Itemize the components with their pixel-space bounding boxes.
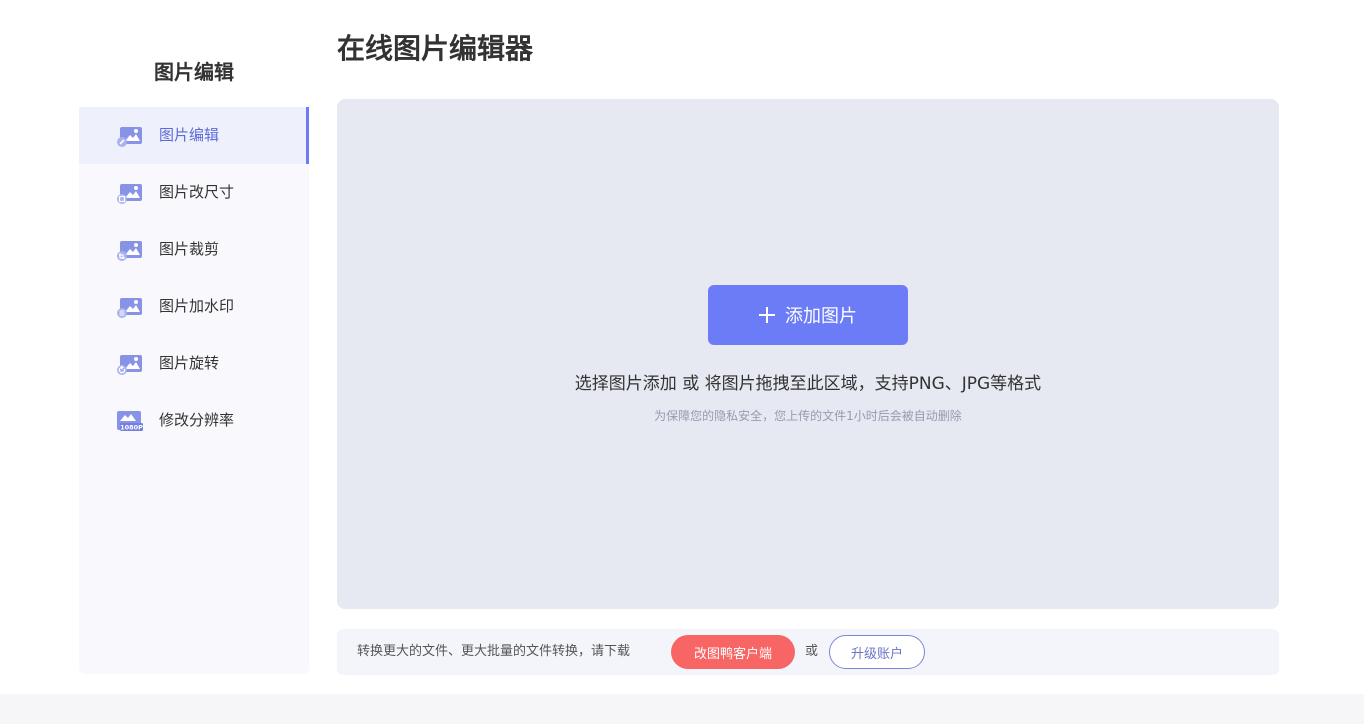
sidebar-item-label: 图片裁剪 — [159, 240, 220, 258]
sidebar-item-label: 图片改尺寸 — [159, 183, 235, 201]
sidebar-title: 图片编辑 — [154, 60, 234, 84]
sidebar-item-resolution[interactable]: 1080P 修改分辨率 — [79, 392, 309, 449]
sidebar-nav: 图片编辑 图片改尺寸 图片裁剪 图片加水印 图片旋转 1080P 修改分辨率 — [79, 107, 309, 449]
upgrade-account-button[interactable]: 升级账户 — [829, 635, 925, 669]
sidebar-item-image-resize[interactable]: 图片改尺寸 — [79, 164, 309, 221]
sidebar-item-image-crop[interactable]: 图片裁剪 — [79, 221, 309, 278]
download-client-button[interactable]: 改图鸭客户端 — [671, 635, 795, 669]
or-text: 或 — [805, 644, 819, 659]
add-image-button[interactable]: 添加图片 — [708, 285, 908, 345]
sidebar-item-image-edit[interactable]: 图片编辑 — [79, 107, 309, 164]
image-watermark-icon — [117, 298, 142, 318]
footer-band — [0, 694, 1364, 724]
sidebar-item-label: 修改分辨率 — [159, 411, 235, 429]
sidebar-item-image-watermark[interactable]: 图片加水印 — [79, 278, 309, 335]
add-image-label: 添加图片 — [785, 306, 857, 327]
resolution-icon: 1080P — [117, 411, 143, 432]
privacy-note: 为保障您的隐私安全，您上传的文件1小时后会被自动删除 — [654, 409, 962, 423]
plus-icon — [759, 307, 775, 323]
sidebar-header: 图片编辑 — [79, 20, 309, 107]
page-title: 在线图片编辑器 — [337, 32, 534, 65]
sidebar-item-label: 图片加水印 — [159, 297, 235, 315]
sidebar-item-label: 图片旋转 — [159, 354, 220, 372]
upload-hint: 选择图片添加 或 将图片拖拽至此区域，支持PNG、JPG等格式 — [574, 374, 1042, 394]
image-crop-icon — [117, 241, 142, 261]
image-edit-icon — [117, 127, 142, 147]
download-promo-bar: 转换更大的文件、更大批量的文件转换，请下载 改图鸭客户端 或 升级账户 — [337, 629, 1279, 675]
sidebar-item-label: 图片编辑 — [159, 126, 220, 144]
image-rotate-icon — [117, 355, 142, 375]
sidebar-item-image-rotate[interactable]: 图片旋转 — [79, 335, 309, 392]
promo-text: 转换更大的文件、更大批量的文件转换，请下载 — [357, 644, 631, 659]
resolution-badge-text: 1080P — [120, 424, 143, 432]
upload-dropzone[interactable]: 添加图片 选择图片添加 或 将图片拖拽至此区域，支持PNG、JPG等格式 为保障… — [337, 99, 1279, 609]
sidebar: 图片编辑 图片编辑 图片改尺寸 图片裁剪 图片加水印 图片旋转 1080P 修改… — [79, 20, 309, 674]
image-resize-icon — [117, 184, 142, 204]
